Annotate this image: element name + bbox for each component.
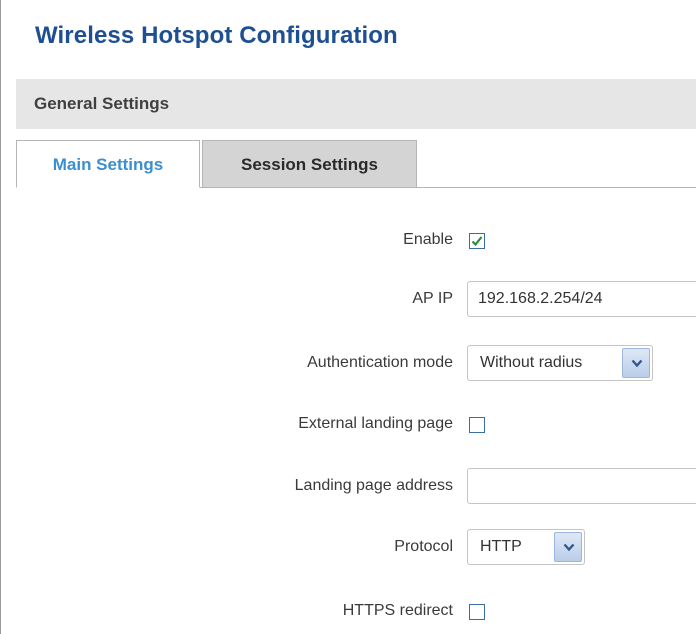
- chevron-down-icon: [563, 543, 575, 552]
- protocol-value: HTTP: [480, 538, 522, 555]
- https-redirect-checkbox[interactable]: [469, 604, 485, 620]
- chevron-down-icon: [631, 359, 643, 368]
- auth-mode-select[interactable]: Without radius: [467, 345, 653, 381]
- protocol-dropdown-button[interactable]: [554, 532, 582, 562]
- ap-ip-row: AP IP 192.168.2.254/24: [1, 279, 696, 319]
- auth-mode-label: Authentication mode: [307, 354, 453, 371]
- protocol-row: Protocol HTTP: [1, 527, 696, 567]
- ap-ip-label: AP IP: [412, 290, 453, 307]
- section-header: General Settings: [16, 79, 696, 129]
- enable-row: Enable: [1, 220, 696, 260]
- external-landing-row: External landing page: [1, 404, 696, 444]
- https-redirect-row: HTTPS redirect: [1, 591, 696, 631]
- page-title: Wireless Hotspot Configuration: [35, 22, 398, 49]
- landing-address-row: Landing page address: [1, 466, 696, 506]
- auth-mode-row: Authentication mode Without radius: [1, 343, 696, 383]
- page-frame: Wireless Hotspot Configuration General S…: [0, 0, 696, 634]
- enable-checkbox[interactable]: [469, 233, 485, 249]
- protocol-select[interactable]: HTTP: [467, 529, 585, 565]
- enable-label: Enable: [403, 231, 453, 248]
- tab-session-settings[interactable]: Session Settings: [202, 140, 417, 187]
- external-landing-checkbox[interactable]: [469, 417, 485, 433]
- check-mark-icon: [471, 236, 483, 247]
- auth-mode-value: Without radius: [480, 354, 583, 371]
- ap-ip-input[interactable]: 192.168.2.254/24: [467, 281, 696, 317]
- landing-address-input[interactable]: [467, 468, 696, 504]
- external-landing-label: External landing page: [298, 415, 453, 432]
- tab-main-settings[interactable]: Main Settings: [16, 140, 200, 188]
- https-redirect-label: HTTPS redirect: [342, 602, 453, 619]
- protocol-label: Protocol: [394, 538, 453, 555]
- section-title: General Settings: [34, 94, 170, 113]
- auth-mode-dropdown-button[interactable]: [622, 348, 650, 378]
- tab-bar: Main Settings Session Settings: [16, 140, 696, 188]
- landing-address-label: Landing page address: [294, 477, 453, 494]
